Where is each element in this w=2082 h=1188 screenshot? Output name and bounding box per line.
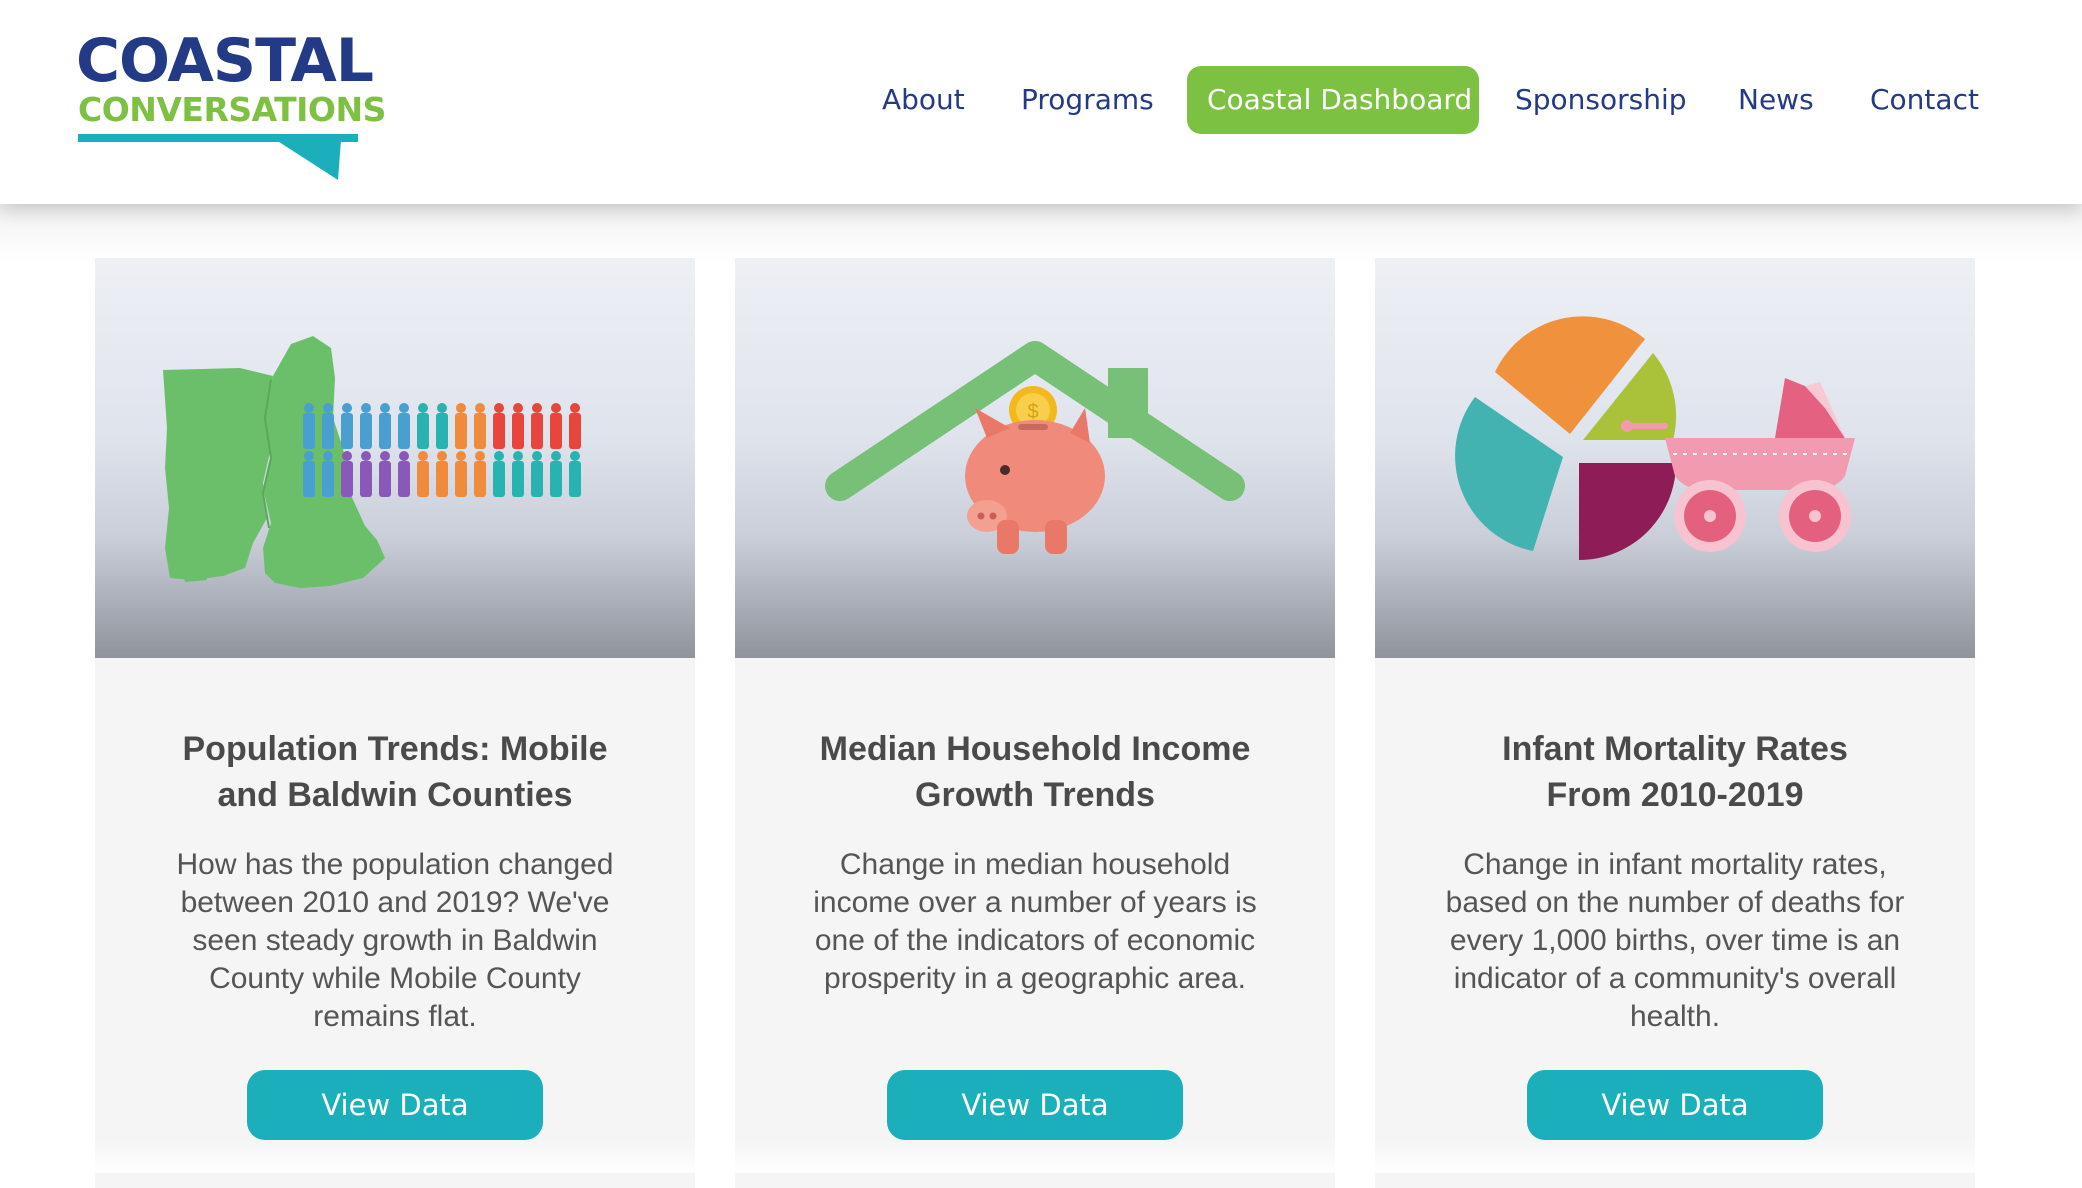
main-nav: About Programs Coastal Dashboard Sponsor…: [0, 66, 2082, 134]
bottom-fade-overlay: [0, 1140, 2082, 1173]
nav-sponsorship[interactable]: Sponsorship: [1515, 66, 1687, 134]
nav-contact[interactable]: Contact: [1870, 66, 1979, 134]
card-title-line: From 2010-2019: [1546, 776, 1804, 814]
nav-programs[interactable]: Programs: [1021, 66, 1154, 134]
card-title-line: Growth Trends: [915, 776, 1155, 814]
card-title: Infant Mortality Rates From 2010-2019: [1415, 726, 1935, 818]
card-title-line: Population Trends: Mobile: [182, 730, 608, 768]
card-population-trends: Population Trends: Mobile and Baldwin Co…: [95, 258, 695, 1188]
card-image[interactable]: [1375, 258, 1975, 658]
card-description: Change in infant mortality rates, based …: [1445, 848, 1905, 1033]
nav-news[interactable]: News: [1738, 66, 1814, 134]
map-population-illustration-icon: [163, 336, 581, 588]
card-title: Population Trends: Mobile and Baldwin Co…: [135, 726, 655, 818]
view-data-button[interactable]: View Data: [1527, 1070, 1823, 1140]
card-median-income: $ Median Household Income Growth Trends …: [735, 258, 1335, 1188]
piggy-bank-house-illustration-icon: $: [825, 341, 1245, 554]
card-title-line: Median Household Income: [819, 730, 1251, 768]
site-header: COASTAL CONVERSATIONS About Programs Coa…: [0, 0, 2082, 204]
card-image[interactable]: $: [735, 258, 1335, 658]
view-data-button[interactable]: View Data: [247, 1070, 543, 1140]
card-description: How has the population changed between 2…: [176, 848, 614, 1033]
svg-text:$: $: [1027, 401, 1038, 423]
card-title-line: Infant Mortality Rates: [1502, 730, 1848, 768]
card-title-line: and Baldwin Counties: [217, 776, 573, 814]
card-infant-mortality: Infant Mortality Rates From 2010-2019 Ch…: [1375, 258, 1975, 1188]
speech-bubble-swoosh-icon: [78, 134, 358, 180]
card-description: Change in median household income over a…: [813, 848, 1257, 995]
card-image[interactable]: [95, 258, 695, 658]
pie-chart-stroller-illustration-icon: [1455, 316, 1855, 560]
card-title: Median Household Income Growth Trends: [775, 726, 1295, 818]
view-data-button[interactable]: View Data: [887, 1070, 1183, 1140]
nav-coastal-dashboard[interactable]: Coastal Dashboard: [1187, 66, 1479, 134]
nav-about[interactable]: About: [882, 66, 965, 134]
